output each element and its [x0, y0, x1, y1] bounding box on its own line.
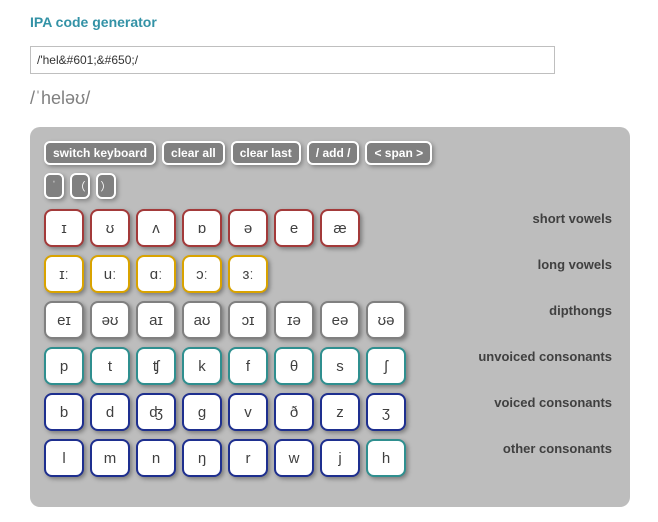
ipa-key[interactable]: m: [90, 439, 130, 477]
ipa-key[interactable]: j: [320, 439, 360, 477]
ipa-key[interactable]: eɪ: [44, 301, 84, 339]
row-label: other consonants: [503, 439, 616, 456]
row-label: long vowels: [538, 255, 616, 272]
key-row: bdʤgvðzʒ voiced consonants: [44, 393, 616, 431]
ipa-key[interactable]: l: [44, 439, 84, 477]
ipa-key[interactable]: t: [90, 347, 130, 385]
ipa-key[interactable]: ɒ: [182, 209, 222, 247]
row-label: short vowels: [533, 209, 616, 226]
stress-row: ˈ （ ）: [44, 173, 616, 199]
clear-last-button[interactable]: clear last: [231, 141, 301, 165]
key-group: ɪʊʌɒəeæ: [44, 209, 360, 247]
ipa-key[interactable]: əʊ: [90, 301, 130, 339]
ipa-key[interactable]: z: [320, 393, 360, 431]
ipa-key[interactable]: θ: [274, 347, 314, 385]
ipa-key[interactable]: p: [44, 347, 84, 385]
stress-key[interactable]: （: [70, 173, 90, 199]
ipa-key[interactable]: v: [228, 393, 268, 431]
ipa-key[interactable]: ɔː: [182, 255, 222, 293]
add-slash-button[interactable]: / add /: [307, 141, 360, 165]
ipa-key[interactable]: ŋ: [182, 439, 222, 477]
ipa-key[interactable]: ɑː: [136, 255, 176, 293]
ipa-key[interactable]: r: [228, 439, 268, 477]
ipa-key[interactable]: k: [182, 347, 222, 385]
key-row: ɪːuːɑːɔːɜː long vowels: [44, 255, 616, 293]
row-label: voiced consonants: [494, 393, 616, 410]
ipa-key[interactable]: ʧ: [136, 347, 176, 385]
ipa-key[interactable]: aɪ: [136, 301, 176, 339]
key-group: ptʧkfθsʃ: [44, 347, 406, 385]
key-row: eɪəʊaɪaʊɔɪɪəeəʊə dipthongs: [44, 301, 616, 339]
key-group: eɪəʊaɪaʊɔɪɪəeəʊə: [44, 301, 406, 339]
ipa-key[interactable]: ʃ: [366, 347, 406, 385]
page-title: IPA code generator: [30, 14, 628, 30]
key-group: bdʤgvðzʒ: [44, 393, 406, 431]
ipa-key[interactable]: æ: [320, 209, 360, 247]
key-row: lmnŋrwjh other consonants: [44, 439, 616, 477]
ipa-key[interactable]: ʌ: [136, 209, 176, 247]
ipa-key[interactable]: b: [44, 393, 84, 431]
ipa-key[interactable]: ɜː: [228, 255, 268, 293]
ipa-key[interactable]: ʊ: [90, 209, 130, 247]
ipa-key[interactable]: ʒ: [366, 393, 406, 431]
toolbar: switch keyboard clear all clear last / a…: [44, 141, 616, 165]
ipa-key[interactable]: ɔɪ: [228, 301, 268, 339]
ipa-key[interactable]: ɪə: [274, 301, 314, 339]
key-group: lmnŋrwjh: [44, 439, 406, 477]
key-row: ptʧkfθsʃ unvoiced consonants: [44, 347, 616, 385]
ipa-key[interactable]: s: [320, 347, 360, 385]
ipa-key[interactable]: ɪ: [44, 209, 84, 247]
ipa-key[interactable]: h: [366, 439, 406, 477]
row-label: dipthongs: [549, 301, 616, 318]
ipa-key[interactable]: ʊə: [366, 301, 406, 339]
ipa-key[interactable]: w: [274, 439, 314, 477]
stress-key[interactable]: ）: [96, 173, 116, 199]
row-label: unvoiced consonants: [478, 347, 616, 364]
ipa-key[interactable]: ð: [274, 393, 314, 431]
ipa-key[interactable]: ʤ: [136, 393, 176, 431]
ipa-key[interactable]: e: [274, 209, 314, 247]
key-row: ɪʊʌɒəeæ short vowels: [44, 209, 616, 247]
switch-keyboard-button[interactable]: switch keyboard: [44, 141, 156, 165]
ipa-key[interactable]: ɪː: [44, 255, 84, 293]
stress-key[interactable]: ˈ: [44, 173, 64, 199]
span-button[interactable]: < span >: [365, 141, 432, 165]
ipa-key[interactable]: g: [182, 393, 222, 431]
ipa-key[interactable]: f: [228, 347, 268, 385]
ipa-key[interactable]: d: [90, 393, 130, 431]
clear-all-button[interactable]: clear all: [162, 141, 225, 165]
code-input[interactable]: [30, 46, 555, 74]
keyboard-panel: switch keyboard clear all clear last / a…: [30, 127, 630, 507]
output-preview: /ˈheləʊ/: [30, 88, 628, 109]
ipa-key[interactable]: ə: [228, 209, 268, 247]
ipa-key[interactable]: aʊ: [182, 301, 222, 339]
ipa-key[interactable]: eə: [320, 301, 360, 339]
ipa-key[interactable]: n: [136, 439, 176, 477]
key-group: ɪːuːɑːɔːɜː: [44, 255, 268, 293]
ipa-key[interactable]: uː: [90, 255, 130, 293]
